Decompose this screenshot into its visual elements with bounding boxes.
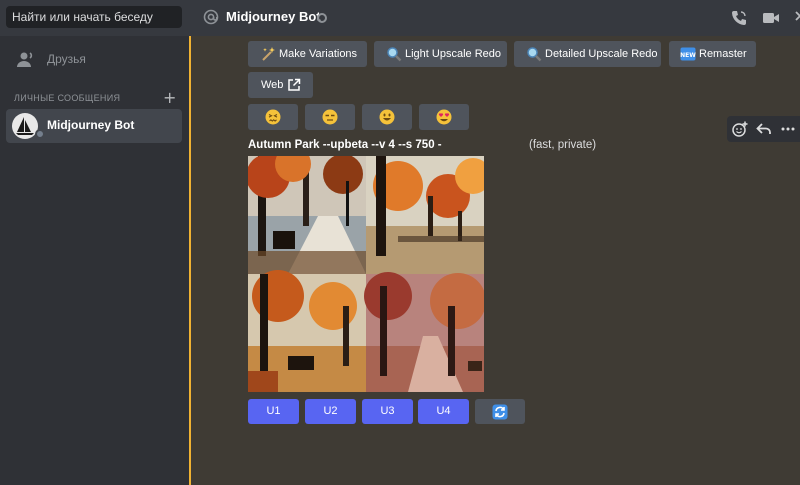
make-variations-button[interactable]: Make Variations <box>248 41 367 67</box>
add-dm-button[interactable]: + <box>163 88 176 107</box>
status-badge <box>35 129 45 139</box>
prompt-text: Autumn Park --upbeta --v 4 --s 750 - <box>248 139 442 151</box>
call-icon[interactable] <box>730 9 748 27</box>
reaction-smiling[interactable] <box>362 104 412 130</box>
upscale-2-button[interactable]: U2 <box>305 399 356 424</box>
more-options-icon[interactable] <box>780 121 796 137</box>
reaction-heart-eyes[interactable] <box>419 104 469 130</box>
upscale-1-button[interactable]: U1 <box>248 399 299 424</box>
sailboat-icon <box>16 117 34 135</box>
sparkles-icon <box>262 47 275 61</box>
refresh-icon <box>492 404 508 420</box>
search-input[interactable]: Найти или начать беседу <box>6 6 182 28</box>
detailed-upscale-redo-button[interactable]: Detailed Upscale Redo <box>514 41 661 67</box>
message-hover-toolbar <box>727 116 800 142</box>
smiling-face-icon <box>379 109 395 125</box>
friends-icon <box>17 52 33 67</box>
mention-highlight-bar <box>189 36 191 485</box>
generation-meta: (fast, private) <box>529 139 597 151</box>
sidebar-item-friends[interactable]: Друзья <box>6 46 182 74</box>
magnifier-icon <box>387 47 402 62</box>
image-tile-2 <box>366 156 484 274</box>
direct-messages-header: ЛИЧНЫЕ СООБЩЕНИЯ <box>14 93 121 103</box>
magnifier-icon <box>527 47 542 62</box>
web-link-button[interactable]: Web <box>248 72 313 98</box>
image-tile-4 <box>364 272 484 392</box>
upscale-4-button[interactable]: U4 <box>418 399 469 424</box>
unamused-face-icon <box>322 109 338 125</box>
light-upscale-redo-button[interactable]: Light Upscale Redo <box>374 41 507 67</box>
dm-item-label: Midjourney Bot <box>47 118 135 132</box>
new-badge-icon: NEW <box>680 47 696 61</box>
avatar <box>12 113 38 139</box>
sidebar: Друзья ЛИЧНЫЕ СООБЩЕНИЯ + Midjourney Bot <box>0 36 189 485</box>
svg-text:NEW: NEW <box>680 52 696 59</box>
image-tile-1 <box>248 156 366 274</box>
close-icon[interactable] <box>794 9 800 27</box>
remaster-button[interactable]: NEW Remaster <box>669 41 756 67</box>
reply-icon[interactable] <box>756 121 772 137</box>
confounded-face-icon <box>265 109 281 125</box>
image-tile-3 <box>248 270 366 392</box>
video-call-icon[interactable] <box>762 9 780 27</box>
external-link-icon <box>288 78 301 91</box>
reaction-confounded[interactable] <box>248 104 298 130</box>
at-icon <box>203 9 219 25</box>
heart-eyes-face-icon <box>436 109 452 125</box>
channel-title: Midjourney Bot <box>226 9 321 24</box>
status-indicator <box>317 13 327 23</box>
top-bar: Найти или начать беседу Midjourney Bot <box>0 0 800 36</box>
dm-item-midjourney-bot[interactable]: Midjourney Bot <box>6 109 182 143</box>
add-reaction-icon[interactable] <box>732 121 748 137</box>
reaction-unamused[interactable] <box>305 104 355 130</box>
generated-image-grid[interactable] <box>248 156 484 392</box>
reroll-button[interactable] <box>475 399 525 424</box>
sidebar-item-label: Друзья <box>47 52 86 66</box>
upscale-3-button[interactable]: U3 <box>362 399 413 424</box>
